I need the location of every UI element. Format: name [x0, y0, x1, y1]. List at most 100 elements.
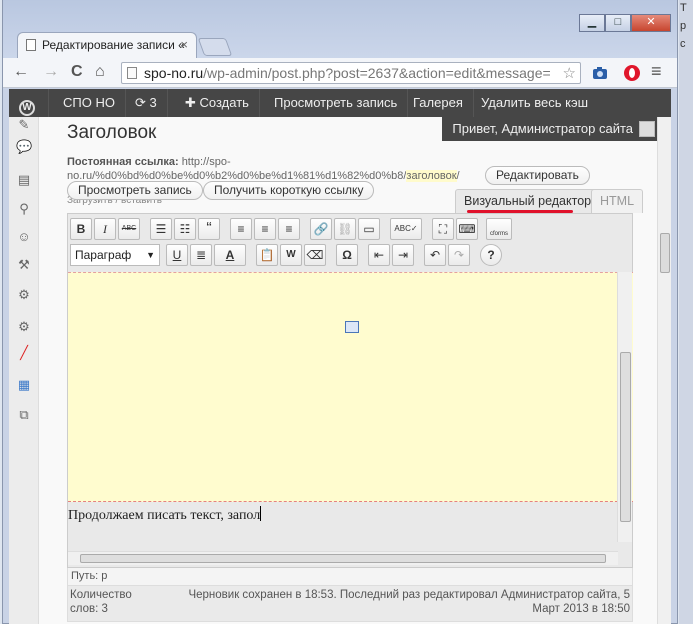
unlink-button[interactable]: ⛓ — [334, 218, 356, 240]
link-button[interactable]: 🔗 — [310, 218, 332, 240]
help-button[interactable]: ? — [480, 244, 502, 266]
post-editor-main: Привет, Администратор сайта Заголовок По… — [57, 117, 661, 624]
opera-extension-icon[interactable] — [623, 64, 641, 82]
strikethrough-button[interactable]: ABC — [118, 218, 140, 240]
view-post-button[interactable]: Просмотреть запись — [67, 181, 203, 200]
editor-vertical-scrollbar[interactable] — [617, 272, 632, 542]
clear-cache-link[interactable]: Удалить весь кэш — [471, 89, 598, 117]
site-name-link[interactable]: СПО НО — [53, 89, 126, 117]
howdy-label: Привет, Администратор сайта — [452, 121, 633, 136]
maximize-button[interactable]: □ — [605, 14, 631, 32]
tools-icon[interactable]: ⚒ — [16, 257, 32, 273]
wordpress-icon: W — [19, 100, 35, 116]
italic-button[interactable]: I — [94, 218, 116, 240]
tinymce-editor: B I ABC ☰ ☷ “ ≡ ≡ ≡ 🔗 ⛓ ▭ ABC✓ ⛶ ⌨ cform… — [67, 213, 633, 568]
get-shortlink-button[interactable]: Получить короткую ссылку — [203, 181, 375, 200]
justify-button[interactable]: ≣ — [190, 244, 212, 266]
menu-icon[interactable]: ≡ — [651, 61, 662, 82]
editor-text: Продолжаем писать текст, запол — [68, 508, 261, 523]
users-icon[interactable]: ☺ — [16, 229, 32, 245]
bullet-list-button[interactable]: ☰ — [150, 218, 172, 240]
underline-button[interactable]: U — [166, 244, 188, 266]
camera-extension-icon[interactable] — [591, 64, 609, 82]
scrollbar-thumb[interactable] — [80, 554, 606, 563]
clear-format-button[interactable]: ⌫ — [304, 244, 326, 266]
embedded-frame-icon — [345, 321, 359, 333]
updates-link[interactable]: ⟳ 3 — [125, 89, 168, 117]
permalink-slug: заголовок — [406, 170, 457, 182]
edit-permalink-button[interactable]: Редактировать — [485, 166, 590, 185]
page-content: ✎ 💬 ▤ ⚲ ☺ ⚒ ⚙ ⚙ ╱ ▦ ⧉ Привет, Администра… — [9, 117, 671, 624]
editor-status-bar: Количество слов: 3 Черновик сохранен в 1… — [67, 586, 633, 622]
media-icon[interactable]: ⧉ — [16, 407, 32, 423]
home-button[interactable]: ⌂ — [95, 63, 105, 81]
permalink-label: Постоянная ссылка: — [67, 156, 179, 168]
redo-button[interactable]: ↷ — [448, 244, 470, 266]
text-caret — [260, 506, 262, 521]
indent-button[interactable]: ⇥ — [392, 244, 414, 266]
comments-icon[interactable]: 💬 — [16, 139, 32, 155]
align-right-button[interactable]: ≡ — [278, 218, 300, 240]
tab-html[interactable]: HTML — [591, 189, 644, 213]
permalink-box: Постоянная ссылка: http://spo-no.ru/%d0%… — [67, 155, 537, 183]
desktop-background: Т р с — [679, 0, 693, 624]
align-left-button[interactable]: ≡ — [230, 218, 252, 240]
minimize-button[interactable]: ▁ — [579, 14, 605, 32]
pin-icon[interactable]: ✎ — [16, 117, 32, 133]
close-window-button[interactable]: ✕ — [631, 14, 671, 32]
chevron-down-icon: ▼ — [146, 250, 155, 260]
scrollbar-thumb[interactable] — [660, 233, 670, 273]
tab-title: Редактирование записи « — [42, 38, 185, 52]
post-title-input[interactable]: Заголовок — [65, 119, 445, 147]
spellcheck-button[interactable]: ABC✓ — [390, 218, 422, 240]
updates-count: 3 — [149, 95, 157, 110]
kitchen-sink-button[interactable]: ⌨ — [456, 218, 478, 240]
title-bar: ▁ □ ✕ Редактирование записи « × — [3, 0, 677, 58]
cforms-button[interactable]: cforms — [486, 218, 512, 240]
path-value[interactable]: p — [101, 570, 107, 582]
gear-icon[interactable]: ⚙ — [16, 319, 32, 335]
appearance-icon[interactable]: ▤ — [16, 172, 32, 188]
plus-icon: ✚ — [185, 95, 200, 110]
new-tab-button[interactable] — [197, 38, 233, 56]
numbered-list-button[interactable]: ☷ — [174, 218, 196, 240]
scrollbar-thumb[interactable] — [620, 352, 631, 522]
outdent-button[interactable]: ⇤ — [368, 244, 390, 266]
page-icon — [26, 39, 36, 51]
undo-button[interactable]: ↶ — [424, 244, 446, 266]
admin-side-menu: ✎ 💬 ▤ ⚲ ☺ ⚒ ⚙ ⚙ ╱ ▦ ⧉ — [9, 117, 39, 624]
view-post-link[interactable]: Просмотреть запись — [264, 89, 409, 117]
paste-text-button[interactable]: 📋 — [256, 244, 278, 266]
back-button[interactable]: ← — [13, 63, 29, 81]
bold-button[interactable]: B — [70, 218, 92, 240]
edit-pencil-icon[interactable]: ╱ — [16, 345, 32, 361]
gallery-link[interactable]: Галерея — [403, 89, 474, 117]
reload-button[interactable]: C — [71, 63, 83, 81]
wp-logo-button[interactable]: W — [9, 89, 49, 117]
settings-icon[interactable]: ⚙ — [16, 287, 32, 303]
page-vertical-scrollbar[interactable] — [657, 117, 671, 624]
editor-content-area[interactable] — [68, 272, 633, 502]
editor-text-line[interactable]: Продолжаем писать текст, запол — [68, 506, 262, 524]
align-center-button[interactable]: ≡ — [254, 218, 276, 240]
special-char-button[interactable]: Ω — [336, 244, 358, 266]
plugins-icon[interactable]: ⚲ — [16, 201, 32, 217]
paste-word-button[interactable]: W — [280, 244, 302, 266]
howdy-user-menu[interactable]: Привет, Администратор сайта — [442, 117, 661, 141]
word-count-value: 3 — [101, 603, 108, 615]
editor-horizontal-scrollbar[interactable] — [68, 551, 618, 565]
format-select[interactable]: Параграф ▼ — [70, 244, 160, 266]
insert-more-button[interactable]: ▭ — [358, 218, 380, 240]
bookmark-star-icon[interactable]: ☆ — [563, 64, 576, 82]
text-color-button[interactable]: A — [214, 244, 246, 266]
fullscreen-button[interactable]: ⛶ — [432, 218, 454, 240]
address-bar[interactable]: spo-no.ru/wp-admin/post.php?post=2637&ac… — [121, 62, 581, 84]
create-link[interactable]: ✚ Создать — [175, 89, 260, 117]
browser-tab[interactable]: Редактирование записи « × — [17, 32, 197, 58]
forward-button[interactable]: → — [43, 63, 59, 81]
word-count: Количество слов: 3 — [70, 588, 150, 616]
blockquote-button[interactable]: “ — [198, 218, 220, 240]
desktop-letter: р — [680, 20, 687, 32]
close-tab-icon[interactable]: × — [180, 37, 188, 52]
forms-icon[interactable]: ▦ — [16, 377, 32, 393]
